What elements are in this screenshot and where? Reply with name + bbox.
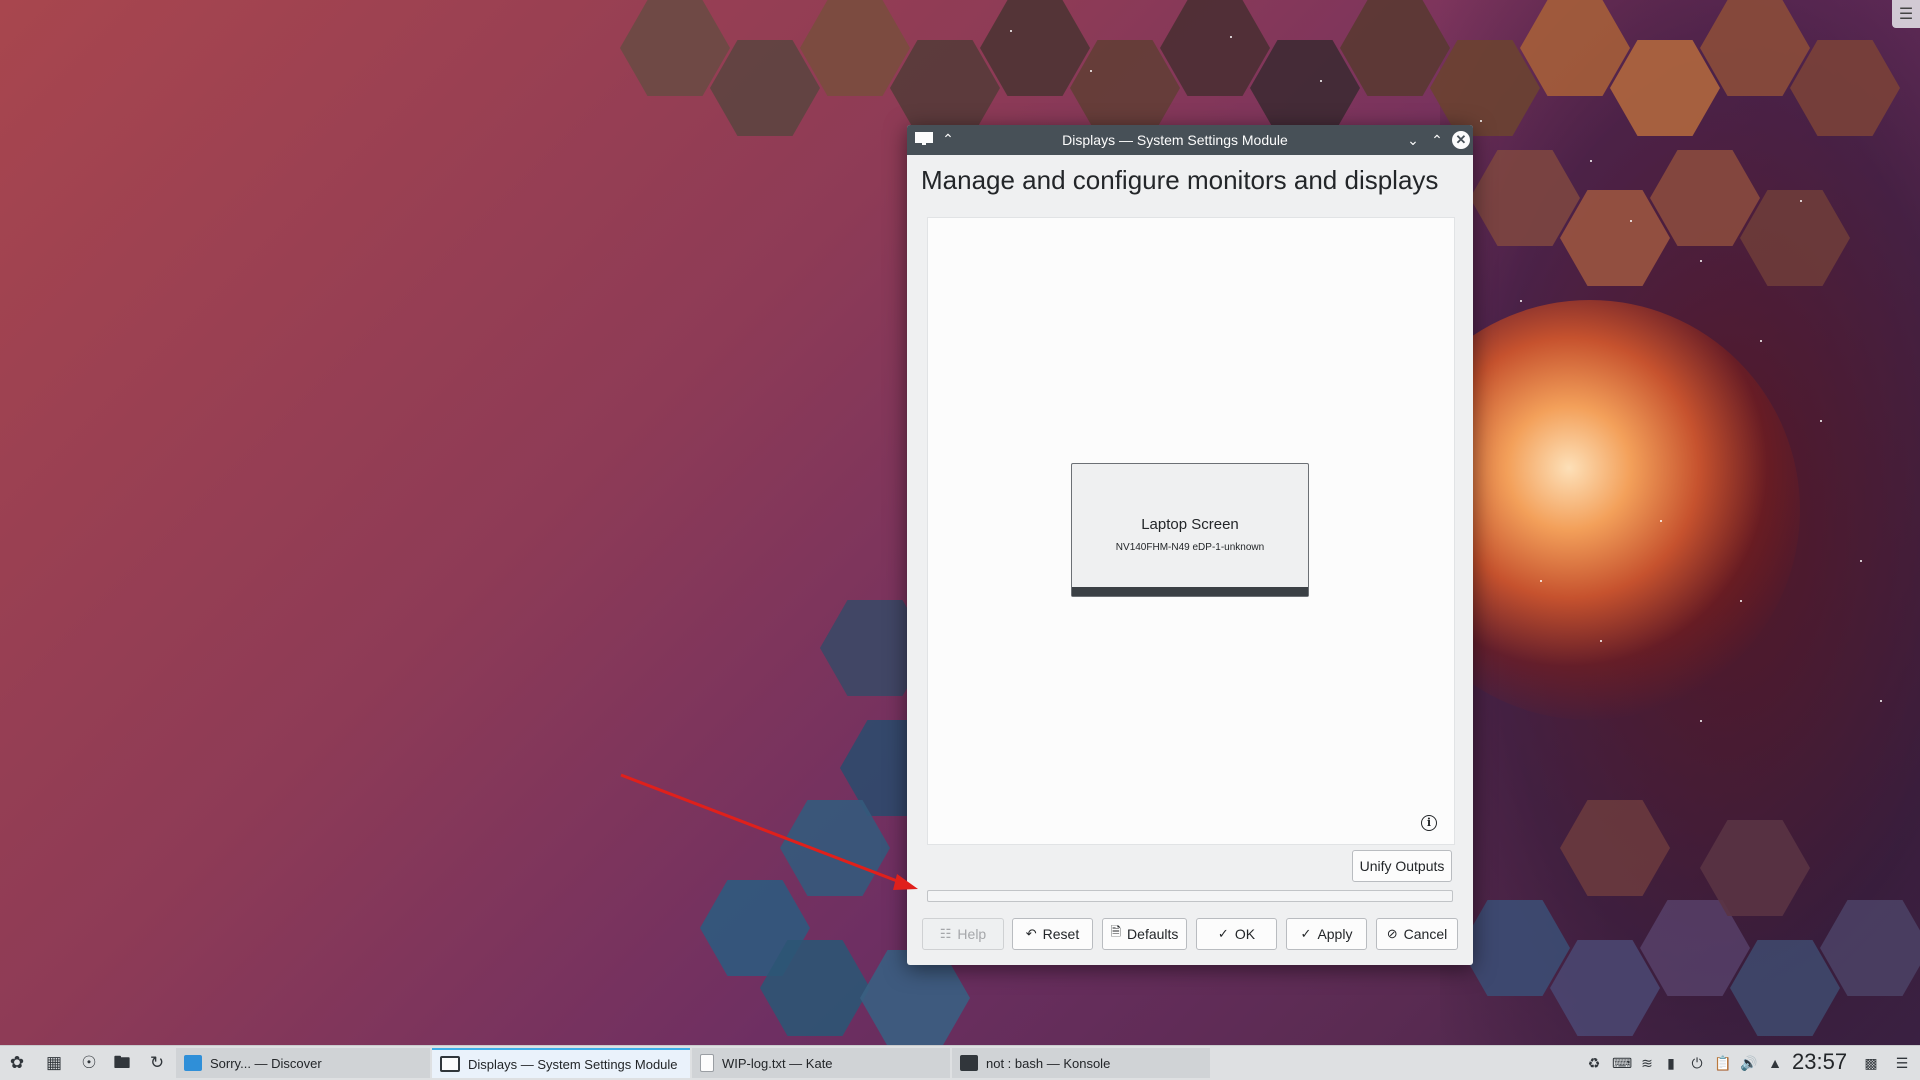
show-desktop-icon[interactable]: ▩ xyxy=(1862,1054,1880,1072)
wifi-icon[interactable]: ≋ xyxy=(1638,1054,1656,1072)
discover-icon xyxy=(184,1055,202,1071)
task-label: Displays — System Settings Module xyxy=(468,1056,678,1072)
apply-label: Apply xyxy=(1317,926,1353,942)
taskbar: ✿ ▦ ☉ 🖿 ↻ Sorry... — Discover Displays —… xyxy=(0,1045,1920,1080)
task-label: Sorry... — Discover xyxy=(210,1055,322,1071)
display-app-icon[interactable] xyxy=(915,132,933,146)
progress-bar xyxy=(927,890,1453,902)
pager-icon[interactable]: ▦ xyxy=(42,1052,66,1074)
checkmark-icon: ✓ xyxy=(1217,926,1229,941)
updates-tray-icon[interactable]: ♻ xyxy=(1585,1054,1603,1072)
battery-icon[interactable]: ▮ xyxy=(1662,1054,1680,1072)
discover-launcher-icon[interactable]: ☉ xyxy=(77,1052,101,1074)
output-identifier: NV140FHM-N49 eDP-1-unknown xyxy=(1115,542,1265,553)
update-icon[interactable]: ↻ xyxy=(145,1052,169,1074)
defaults-label: Defaults xyxy=(1127,926,1179,942)
clipboard-icon[interactable]: 📋 xyxy=(1714,1054,1732,1072)
window-title: Displays — System Settings Module xyxy=(1062,132,1288,148)
output-bottom-bar xyxy=(1072,587,1308,596)
panel-menu-icon[interactable]: ☰ xyxy=(1893,1054,1911,1072)
text-file-icon xyxy=(700,1054,714,1072)
apply-button[interactable]: ✓ Apply xyxy=(1286,918,1367,950)
task-label: not : bash — Konsole xyxy=(986,1055,1111,1071)
terminal-icon xyxy=(960,1055,978,1071)
cancel-button[interactable]: ⊘ Cancel xyxy=(1376,918,1458,950)
power-icon[interactable]: ⏻ xyxy=(1688,1054,1706,1072)
help-button[interactable]: ☷ Help xyxy=(922,918,1004,950)
help-icon: ☷ xyxy=(939,926,952,941)
unify-outputs-label: Unify Outputs xyxy=(1359,858,1445,874)
output-name: Laptop Screen xyxy=(1141,516,1239,533)
unify-outputs-button[interactable]: Unify Outputs xyxy=(1352,850,1452,882)
document-revert-icon: 🗎 xyxy=(1110,924,1122,939)
application-launcher-icon[interactable]: ✿ xyxy=(5,1052,29,1074)
page-title: Manage and configure monitors and displa… xyxy=(921,165,1439,195)
clock[interactable]: 23:57 xyxy=(1792,1049,1847,1075)
cancel-label: Cancel xyxy=(1403,926,1448,942)
ok-button[interactable]: ✓ OK xyxy=(1196,918,1277,950)
window-titlebar[interactable]: ⌃ Displays — System Settings Module ⌄ ⌃ … xyxy=(907,125,1473,155)
undo-icon: ↶ xyxy=(1025,926,1037,941)
help-label: Help xyxy=(957,926,987,942)
task-label: WIP-log.txt — Kate xyxy=(722,1055,833,1071)
displays-settings-window: ⌃ Displays — System Settings Module ⌄ ⌃ … xyxy=(907,125,1473,965)
display-icon xyxy=(440,1056,460,1072)
file-manager-icon[interactable]: 🖿 xyxy=(110,1052,134,1074)
outputs-canvas[interactable]: Laptop Screen NV140FHM-N49 eDP-1-unknown… xyxy=(927,217,1455,845)
maximize-button[interactable]: ⌃ xyxy=(1428,131,1446,149)
volume-icon[interactable]: 🔊 xyxy=(1740,1054,1758,1072)
defaults-button[interactable]: 🗎 Defaults xyxy=(1102,918,1187,950)
output-laptop-screen[interactable]: Laptop Screen NV140FHM-N49 eDP-1-unknown xyxy=(1071,463,1309,597)
checkmark-icon: ✓ xyxy=(1300,926,1312,941)
task-displays[interactable]: Displays — System Settings Module xyxy=(432,1048,690,1078)
cancel-icon: ⊘ xyxy=(1386,926,1398,941)
reset-button[interactable]: ↶ Reset xyxy=(1012,918,1093,950)
ok-label: OK xyxy=(1234,926,1256,942)
minimize-button[interactable]: ⌄ xyxy=(1404,131,1422,149)
desktop-menu-button[interactable]: ☰ xyxy=(1892,0,1920,28)
task-discover[interactable]: Sorry... — Discover xyxy=(176,1048,430,1078)
close-button[interactable]: ✕ xyxy=(1452,131,1470,149)
info-icon[interactable]: i xyxy=(1421,815,1437,831)
keep-above-icon[interactable]: ⌃ xyxy=(939,130,957,148)
task-konsole[interactable]: not : bash — Konsole xyxy=(952,1048,1210,1078)
reset-label: Reset xyxy=(1042,926,1080,942)
keyboard-icon[interactable]: ⌨ xyxy=(1612,1054,1632,1072)
show-hidden-icons-icon[interactable]: ▲ xyxy=(1766,1054,1784,1072)
task-kate[interactable]: WIP-log.txt — Kate xyxy=(692,1048,950,1078)
